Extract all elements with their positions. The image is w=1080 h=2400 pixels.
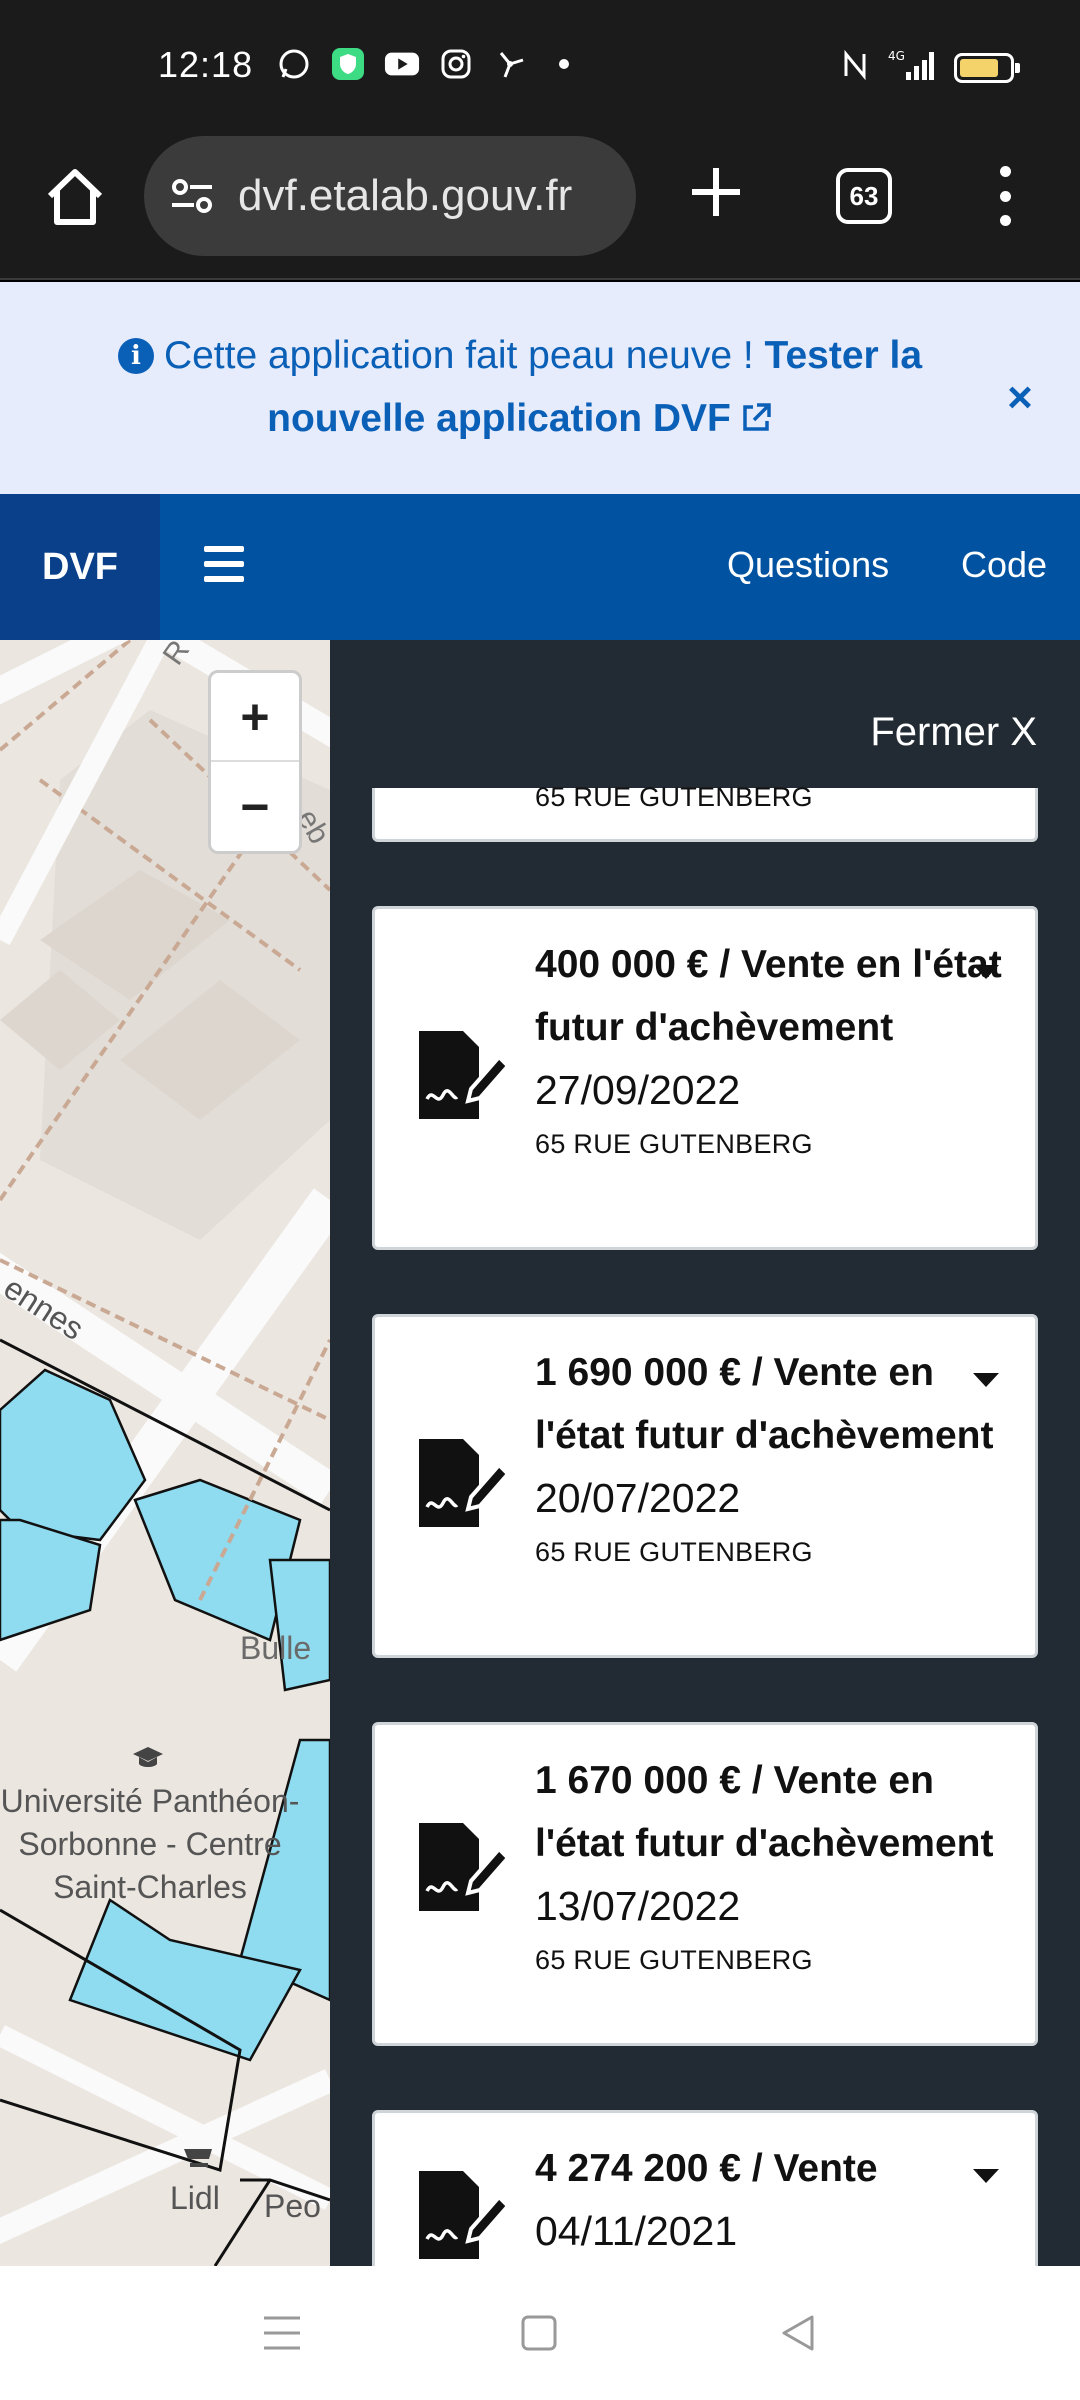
sale-date: 04/11/2021 [535,2208,738,2254]
battery-icon [954,52,1020,83]
university-icon [133,1747,163,1767]
sale-title: 1 670 000 € / Vente en l'état futur d'ac… [535,1759,994,1865]
browser-toolbar: dvf.etalab.gouv.fr 63 [0,132,1080,280]
sale-details: 4 274 200 € / Vente 04/11/2021 [535,2137,1005,2263]
expand-caret-icon[interactable] [973,965,999,979]
zoom-in-button[interactable]: + [211,673,299,762]
sale-details: 400 000 € / Vente en l'état futur d'achè… [535,933,1005,1166]
recent-apps-icon[interactable] [262,2314,302,2352]
sale-card[interactable]: 1 670 000 € / Vente en l'état futur d'ac… [372,1722,1038,2046]
dot-icon [546,46,582,82]
instagram-icon [438,46,474,82]
brand-logo[interactable]: DVF [0,494,160,640]
close-panel-button[interactable]: Fermer X [870,710,1037,755]
zoom-controls: + − [208,670,302,854]
svg-text:4G: 4G [888,49,905,63]
nav-link-code[interactable]: Code [961,544,1047,586]
system-navigation-bar [0,2266,1080,2400]
expand-caret-icon[interactable] [973,1373,999,1387]
browser-menu-icon[interactable] [990,166,1020,226]
sale-date: 20/07/2022 [535,1475,741,1521]
fan-icon [492,46,528,82]
tab-switcher-button[interactable]: 63 [836,168,892,224]
back-nav-icon[interactable] [780,2314,816,2352]
map-canvas [0,640,330,2266]
notification-icons [276,46,582,82]
external-link-icon [743,403,771,431]
status-bar: 12:18 4G [0,0,1080,132]
signed-document-icon [419,1439,509,1527]
banner-text: Cette application fait peau neuve ! [163,334,754,377]
whatsapp-icon [276,46,312,82]
sales-panel: Fermer X 65 RUE GUTENBERG 400 000 € / Ve… [330,640,1080,2266]
sale-details: 1 690 000 € / Vente en l'état futur d'ac… [535,1341,1005,1574]
sale-date: 13/07/2022 [535,1883,741,1929]
sale-address: 65 RUE GUTENBERG [535,1945,813,1975]
nfc-icon [842,49,868,85]
sale-card[interactable]: 400 000 € / Vente en l'état futur d'achè… [372,906,1038,1250]
map-label-peo: Peo [264,2188,321,2224]
vpn-shield-icon [330,46,366,82]
sale-title: 1 690 000 € / Vente en l'état futur d'ac… [535,1351,994,1457]
sale-details: 1 670 000 € / Vente en l'état futur d'ac… [535,1749,1025,1982]
banner-close-button[interactable]: × [1000,376,1040,420]
signed-document-icon [419,1823,509,1911]
sale-card-partial[interactable]: 65 RUE GUTENBERG [372,782,1038,842]
sale-card[interactable]: 1 690 000 € / Vente en l'état futur d'ac… [372,1314,1038,1658]
site-settings-icon[interactable] [168,172,216,220]
sale-title: 4 274 200 € / Vente [535,2147,878,2190]
sale-address: 65 RUE GUTENBERG [535,782,813,812]
map-label-bulle: Bulle [240,1630,312,1666]
home-nav-icon[interactable] [520,2314,558,2352]
signed-document-icon [419,1031,509,1119]
nav-link-questions[interactable]: Questions [727,544,889,586]
tab-count: 63 [849,180,879,211]
sale-date: 27/09/2022 [535,1067,741,1113]
url-text[interactable]: dvf.etalab.gouv.fr [238,171,618,221]
notice-banner: i Cette application fait peau neuve ! Tes… [0,282,1080,494]
banner-message: i Cette application fait peau neuve ! Tes… [70,324,970,450]
system-icons: 4G [842,48,1020,87]
youtube-icon [384,46,420,82]
map-label-university: Université Panthéon- Sorbonne - Centre S… [0,1783,300,1905]
site-header: DVF Questions Code [0,494,1080,640]
info-icon: i [117,338,154,374]
expand-caret-icon[interactable] [973,2169,999,2183]
map-label-lidl: Lidl [170,2180,220,2216]
shop-icon [184,2149,212,2167]
signal-4g-icon: 4G [888,48,934,87]
sale-title: 400 000 € / Vente en l'état futur d'achè… [535,943,1002,1049]
status-time: 12:18 [158,44,254,85]
sale-address: 65 RUE GUTENBERG [535,1129,813,1159]
address-bar[interactable]: dvf.etalab.gouv.fr [144,136,636,256]
signed-document-icon [419,2171,509,2259]
sale-card[interactable]: 4 274 200 € / Vente 04/11/2021 [372,2110,1038,2266]
hamburger-menu-icon[interactable] [204,546,244,582]
sale-address: 65 RUE GUTENBERG [535,1537,813,1567]
home-icon[interactable] [40,162,110,232]
zoom-out-button[interactable]: − [211,762,299,851]
map-view[interactable]: R eb ennes Bulle Université Panthéon- So… [0,640,330,2266]
new-tab-icon[interactable] [684,160,748,224]
